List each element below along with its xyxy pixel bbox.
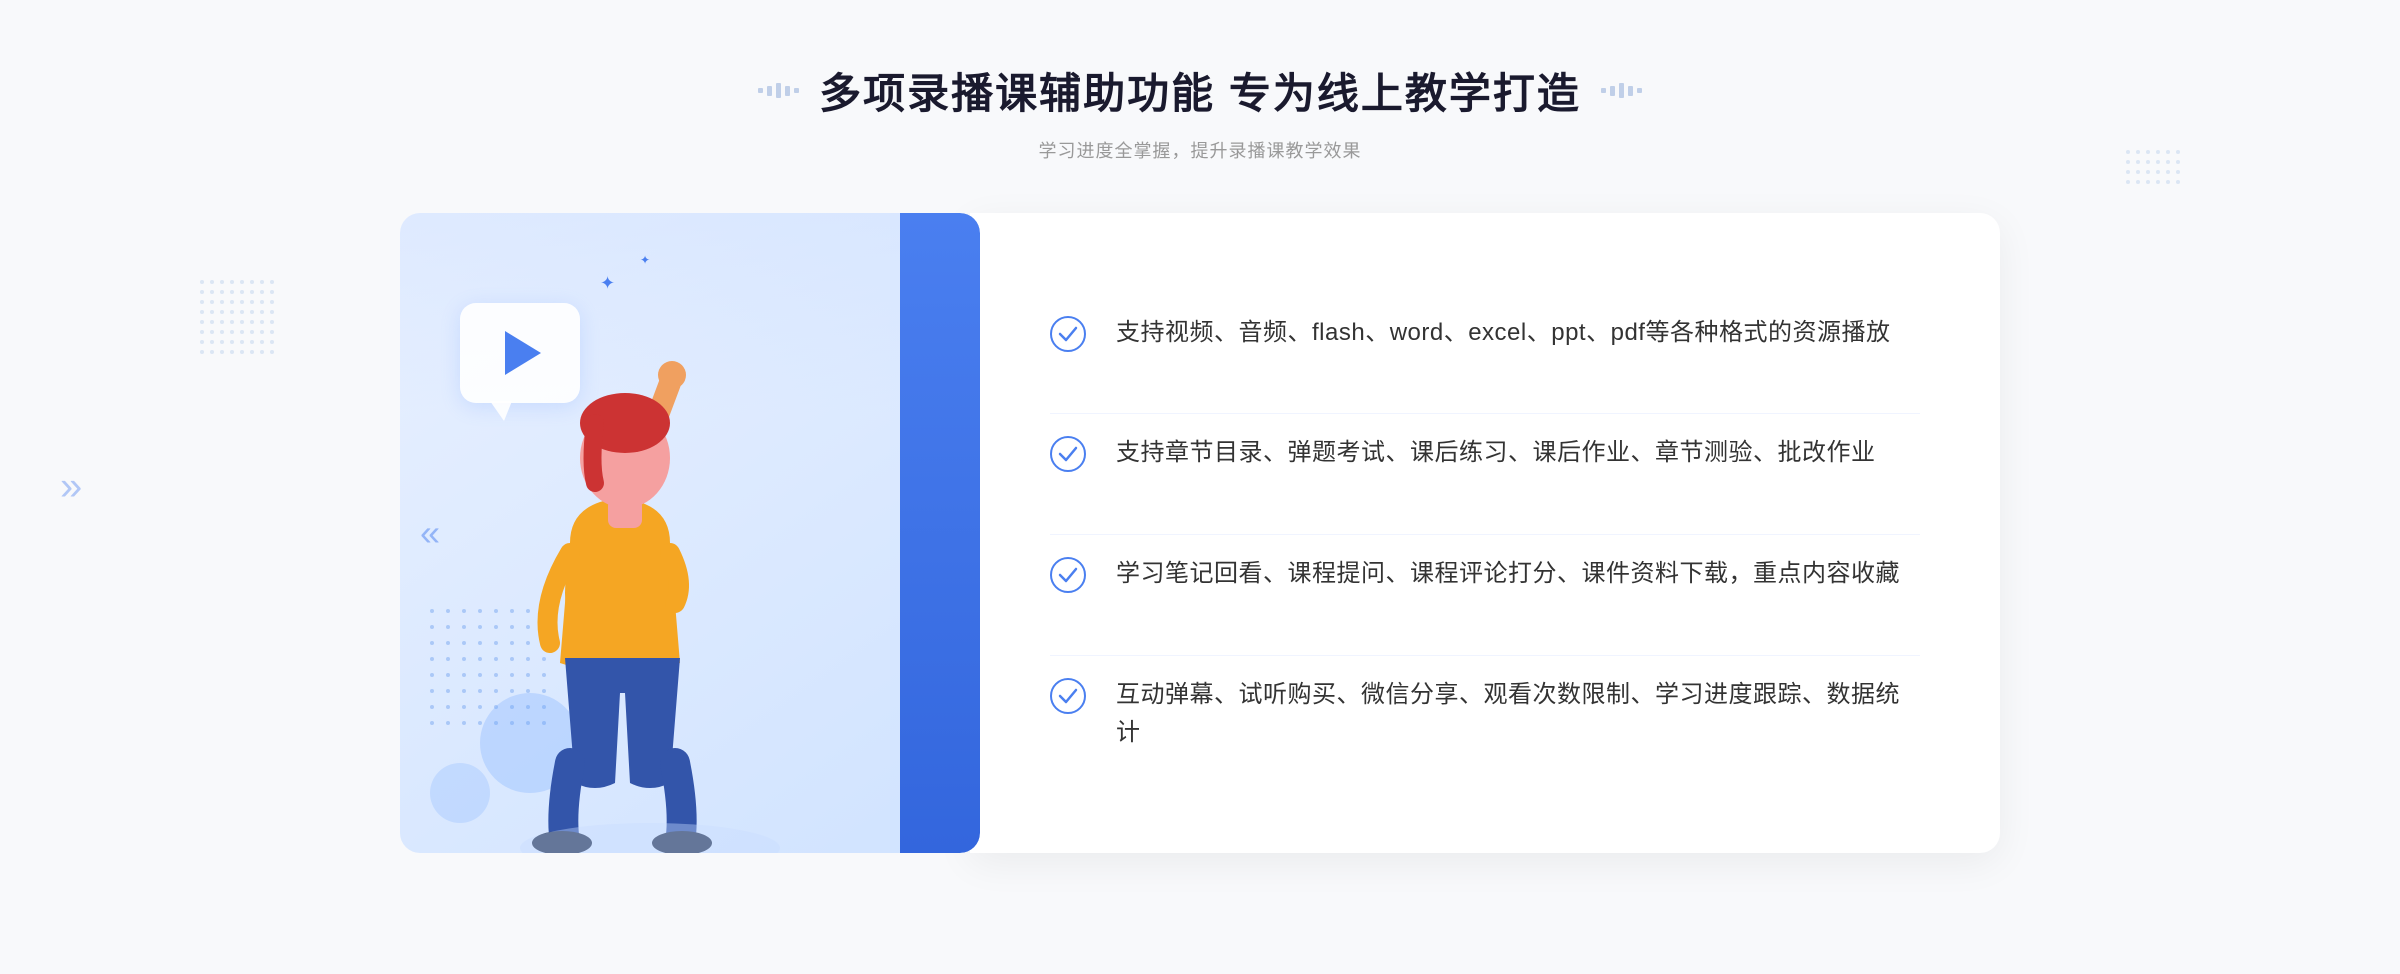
illustration-card: ✦ ✦ « bbox=[400, 213, 980, 853]
content-area: ✦ ✦ « bbox=[400, 213, 2000, 853]
person-illustration bbox=[450, 303, 800, 853]
check-icon-1 bbox=[1050, 316, 1086, 352]
header-section: 多项录播课辅助功能 专为线上教学打造 学习进度全掌握，提升录播课教学效果 bbox=[758, 60, 1642, 163]
page-container: » 多项录播课辅助功能 专为线上教学打造 学习进度全掌握，提升录播课教学效果 bbox=[0, 0, 2400, 974]
card-chevron-icon: « bbox=[420, 512, 440, 554]
dots-decoration-left bbox=[200, 280, 274, 354]
blue-vertical-bar bbox=[900, 213, 980, 853]
feature-text-1: 支持视频、音频、flash、word、excel、ppt、pdf等各种格式的资源… bbox=[1116, 314, 1890, 352]
title-row: 多项录播课辅助功能 专为线上教学打造 bbox=[758, 60, 1642, 121]
title-decoration-right bbox=[1601, 83, 1642, 98]
feature-text-4: 互动弹幕、试听购买、微信分享、观看次数限制、学习进度跟踪、数据统计 bbox=[1116, 676, 1920, 753]
page-title: 多项录播课辅助功能 专为线上教学打造 bbox=[819, 60, 1581, 121]
feature-item-3: 学习笔记回看、课程提问、课程评论打分、课件资料下载，重点内容收藏 bbox=[1050, 534, 1920, 613]
feature-text-2: 支持章节目录、弹题考试、课后练习、课后作业、章节测验、批改作业 bbox=[1116, 434, 1876, 472]
check-icon-4 bbox=[1050, 678, 1086, 714]
feature-text-3: 学习笔记回看、课程提问、课程评论打分、课件资料下载，重点内容收藏 bbox=[1116, 555, 1900, 593]
page-subtitle: 学习进度全掌握，提升录播课教学效果 bbox=[758, 137, 1642, 163]
title-decoration-left bbox=[758, 83, 799, 98]
feature-item-2: 支持章节目录、弹题考试、课后练习、课后作业、章节测验、批改作业 bbox=[1050, 413, 1920, 492]
check-icon-3 bbox=[1050, 557, 1086, 593]
dots-decoration-right bbox=[2126, 150, 2180, 184]
sparkle-icon-1: ✦ bbox=[600, 273, 615, 294]
features-panel: 支持视频、音频、flash、word、excel、ppt、pdf等各种格式的资源… bbox=[970, 213, 2000, 853]
feature-item-1: 支持视频、音频、flash、word、excel、ppt、pdf等各种格式的资源… bbox=[1050, 294, 1920, 372]
chevron-left-decoration: » bbox=[60, 465, 82, 510]
feature-item-4: 互动弹幕、试听购买、微信分享、观看次数限制、学习进度跟踪、数据统计 bbox=[1050, 655, 1920, 773]
check-icon-2 bbox=[1050, 436, 1086, 472]
sparkle-icon-2: ✦ bbox=[640, 253, 650, 267]
